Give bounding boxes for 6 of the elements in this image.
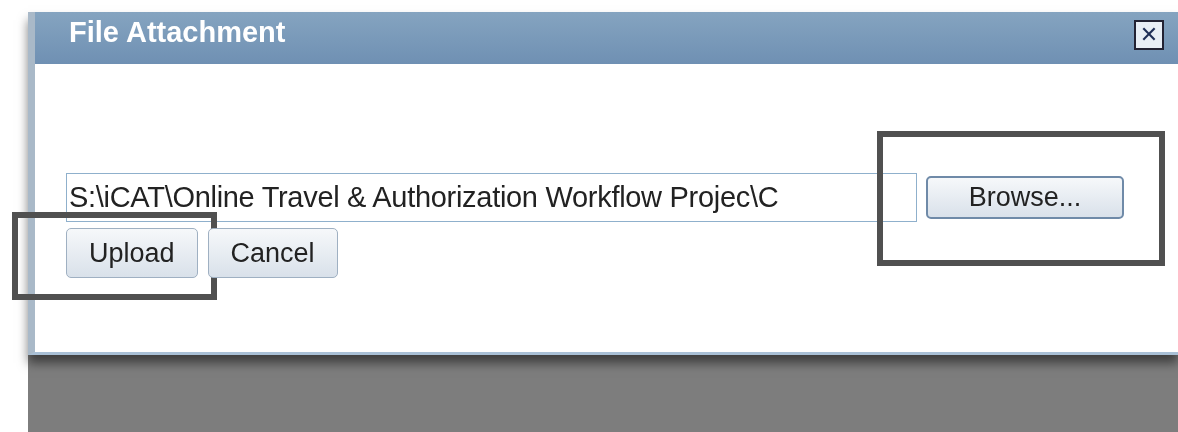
dialog-button[interactable]: Upload (66, 228, 198, 278)
dialog-title: File Attachment (69, 15, 286, 49)
file-path-field[interactable]: S:\iCAT\Online Travel & Authorization Workflow Projec\C (66, 173, 917, 222)
close-button[interactable]: ✕ (1134, 20, 1164, 50)
browse-button[interactable]: Browse... (926, 176, 1124, 219)
dialog-button[interactable]: Cancel (207, 228, 338, 278)
